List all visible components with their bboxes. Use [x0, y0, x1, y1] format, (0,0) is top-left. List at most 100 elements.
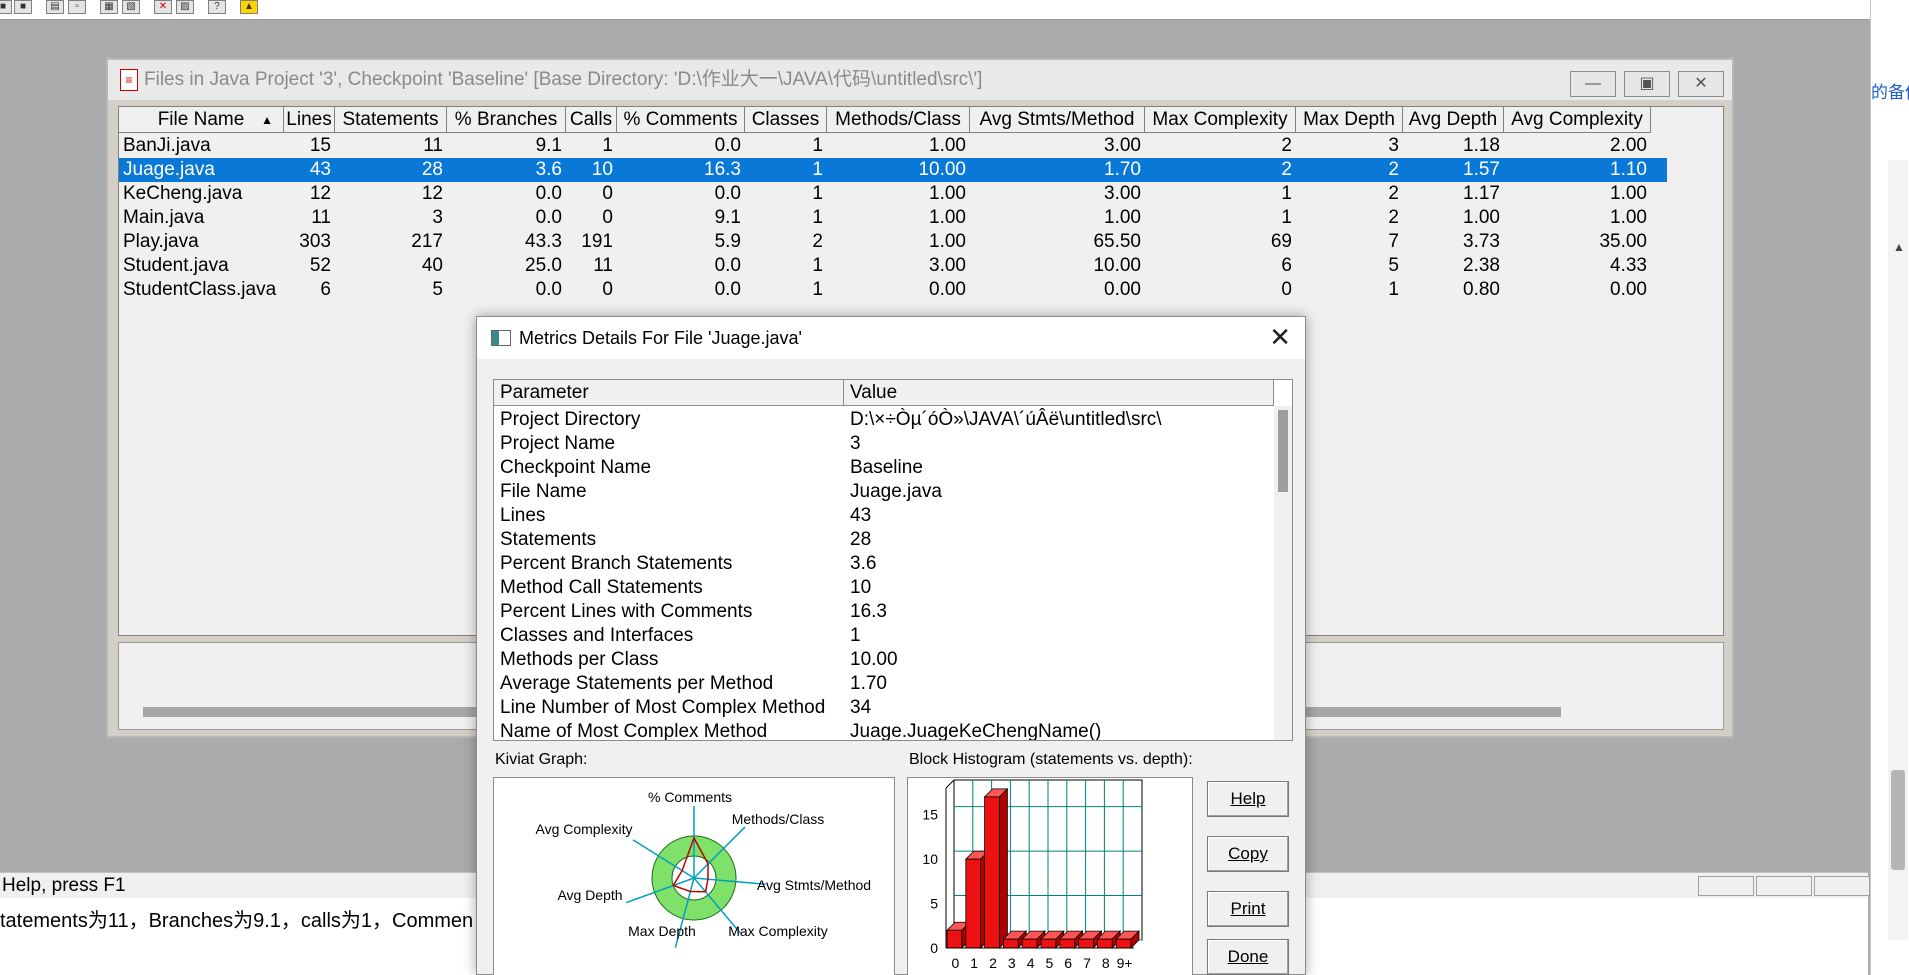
- toolbar-delete-icon[interactable]: ✕: [154, 0, 172, 14]
- list-item[interactable]: Statements 28: [494, 528, 1274, 552]
- table-cell: 303: [299, 231, 331, 252]
- toolbar-pin-icon[interactable]: ▲: [240, 0, 258, 14]
- copy-button[interactable]: Copy: [1207, 836, 1289, 872]
- list-item[interactable]: Average Statements per Method 1.70: [494, 672, 1274, 696]
- list-item[interactable]: Project Directory D:\×÷Òµ´óÒ»\JAVA\´úÂë\u…: [494, 408, 1274, 432]
- toolbar-print-icon[interactable]: ▦: [100, 0, 118, 14]
- parameter-vertical-scrollbar[interactable]: [1274, 406, 1292, 740]
- histogram-category-label: 8: [1102, 955, 1110, 971]
- list-item[interactable]: Method Call Statements 10: [494, 576, 1274, 600]
- list-item[interactable]: Classes and Interfaces 1: [494, 624, 1274, 648]
- table-cell: 43.3: [525, 231, 562, 252]
- toolbar-save-icon[interactable]: ▫: [68, 0, 86, 14]
- table-row[interactable]: KeCheng.java 12 12 0.0 0 0.0 1 1.00 3.00 1 2 1.17 1.…: [119, 182, 1667, 206]
- list-item[interactable]: Name of Most Complex Method Juage.JuageKe…: [494, 720, 1274, 741]
- kiviat-axis-label: Avg Complexity: [535, 821, 632, 837]
- parameter-name: Percent Lines with Comments: [500, 601, 753, 622]
- sort-ascending-icon: ▲: [261, 113, 273, 127]
- list-item[interactable]: Project Name 3: [494, 432, 1274, 456]
- toolbar-folder-icon[interactable]: ▤: [46, 0, 64, 14]
- table-cell: 69: [1270, 231, 1292, 252]
- column-header-statements[interactable]: Statements: [335, 107, 447, 133]
- toolbar-help-icon[interactable]: ?: [208, 0, 226, 14]
- parameter-name: Percent Branch Statements: [500, 553, 733, 574]
- column-header-calls[interactable]: Calls: [566, 107, 617, 133]
- status-pane: [1698, 876, 1754, 896]
- parameter-value: 3.6: [850, 553, 877, 574]
- print-button[interactable]: Print: [1207, 891, 1289, 927]
- table-cell: 0.0: [714, 255, 741, 276]
- toolbar-new-icon[interactable]: ■: [0, 0, 12, 14]
- block-histogram: 0 5 10 15 0 1 2 3 4 5 6 7 8 9+: [907, 777, 1193, 975]
- column-header-avg-stmts[interactable]: Avg Stmts/Method: [970, 107, 1145, 133]
- list-item[interactable]: Lines 43: [494, 504, 1274, 528]
- table-cell: 0: [602, 279, 613, 300]
- table-cell: 6: [320, 279, 331, 300]
- table-cell: 0.0: [535, 207, 562, 228]
- scroll-up-arrow-icon[interactable]: ▲: [1893, 240, 1905, 254]
- minimize-button[interactable]: —: [1570, 71, 1616, 97]
- table-cell: 1.00: [1610, 207, 1647, 228]
- list-item[interactable]: Percent Branch Statements 3.6: [494, 552, 1274, 576]
- list-item[interactable]: Line Number of Most Complex Method 34: [494, 696, 1274, 720]
- table-row[interactable]: Play.java 303 217 43.3 191 5.9 2 1.00 65.50 69 7 3.…: [119, 230, 1667, 254]
- table-cell: 10.00: [918, 159, 966, 180]
- parameter-name: File Name: [500, 481, 587, 502]
- done-button[interactable]: Done: [1207, 939, 1289, 975]
- table-cell: 4.33: [1610, 255, 1647, 276]
- table-cell: 1: [812, 135, 823, 156]
- column-header-avg-depth[interactable]: Avg Depth: [1403, 107, 1504, 133]
- parameter-value: Juage.JuageKeChengName(): [850, 721, 1102, 741]
- table-cell: 3: [1388, 135, 1399, 156]
- help-button[interactable]: Help: [1207, 781, 1289, 817]
- status-pane: [1756, 876, 1812, 896]
- close-button[interactable]: ✕: [1678, 71, 1724, 97]
- parameter-column-header[interactable]: Parameter: [494, 380, 844, 406]
- table-row[interactable]: Student.java 52 40 25.0 11 0.0 1 3.00 10.00 6 5 2.3…: [119, 254, 1667, 278]
- parameter-value: 43: [850, 505, 872, 526]
- column-header-avg-complexity[interactable]: Avg Complexity: [1504, 107, 1651, 133]
- table-cell: 0.0: [714, 279, 741, 300]
- table-cell: 1: [602, 135, 613, 156]
- column-header-branches[interactable]: % Branches: [447, 107, 566, 133]
- toolbar-open-icon[interactable]: ■: [14, 0, 32, 14]
- parameter-value: D:\×÷Òµ´óÒ»\JAVA\´úÂë\untitled\src\: [850, 409, 1162, 430]
- list-item[interactable]: Percent Lines with Comments 16.3: [494, 600, 1274, 624]
- column-header-max-depth[interactable]: Max Depth: [1296, 107, 1403, 133]
- maximize-button[interactable]: ▣: [1624, 71, 1670, 97]
- list-item[interactable]: Methods per Class 10.00: [494, 648, 1274, 672]
- parameter-value: 1: [850, 625, 861, 646]
- column-header-comments[interactable]: % Comments: [617, 107, 745, 133]
- kiviat-graph-label: Kiviat Graph:: [495, 751, 588, 768]
- column-header-classes[interactable]: Classes: [745, 107, 827, 133]
- list-item[interactable]: File Name Juage.java: [494, 480, 1274, 504]
- dialog-title-bar[interactable]: Metrics Details For File 'Juage.java' ✕: [477, 317, 1305, 359]
- parameter-scroll-thumb[interactable]: [1278, 410, 1288, 492]
- table-row[interactable]: StudentClass.java 6 5 0.0 0 0.0 1 0.00 0.00 0 1 0.8…: [119, 278, 1667, 302]
- scroll-thumb[interactable]: [1891, 770, 1905, 870]
- table-cell: 1.57: [1463, 159, 1500, 180]
- parameter-value: 1.70: [850, 673, 887, 694]
- kiviat-axis-label: Max Complexity: [728, 923, 828, 939]
- column-header-file-name[interactable]: File Name ▲: [119, 107, 284, 133]
- value-column-header[interactable]: Value: [844, 380, 1274, 406]
- table-cell: 12: [421, 183, 443, 204]
- parameter-list[interactable]: Parameter Value Project Directory D:\×÷Òµ…: [493, 379, 1293, 741]
- toolbar-preview-icon[interactable]: ▧: [122, 0, 140, 14]
- column-header-methods-class[interactable]: Methods/Class: [827, 107, 970, 133]
- dialog-close-icon[interactable]: ✕: [1269, 317, 1291, 357]
- table-cell: 65.50: [1093, 231, 1141, 252]
- table-row[interactable]: Juage.java 43 28 3.6 10 16.3 1 10.00 1.70 2 2 1.57 1…: [119, 158, 1667, 182]
- table-cell: 3.00: [929, 255, 966, 276]
- list-item[interactable]: Checkpoint Name Baseline: [494, 456, 1274, 480]
- toolbar-edit-icon[interactable]: ▨: [176, 0, 194, 14]
- background-scrollbar[interactable]: ▲: [1888, 160, 1908, 940]
- parameter-name: Checkpoint Name: [500, 457, 652, 478]
- document-icon: ≡: [120, 69, 138, 91]
- table-row[interactable]: Main.java 11 3 0.0 0 9.1 1 1.00 1.00 1 2 1.00 1.00: [119, 206, 1667, 230]
- column-header-lines[interactable]: Lines: [284, 107, 335, 133]
- histogram-bar: [1059, 938, 1076, 949]
- column-header-max-complexity[interactable]: Max Complexity: [1145, 107, 1296, 133]
- table-row[interactable]: BanJi.java 15 11 9.1 1 0.0 1 1.00 3.00 2 3 1.18 2.00: [119, 134, 1667, 158]
- files-window-title-bar[interactable]: ≡ Files in Java Project '3', Checkpoint …: [108, 60, 1732, 100]
